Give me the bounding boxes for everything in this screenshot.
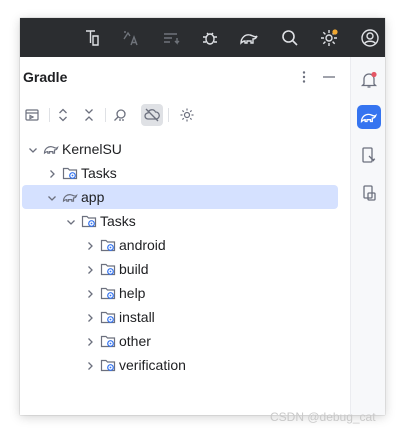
chevron-right-icon[interactable]: [84, 263, 96, 275]
tree-row-tasks[interactable]: Tasks: [22, 161, 338, 185]
watermark: CSDN @debug_cat: [270, 410, 376, 424]
tree-row-app[interactable]: app: [22, 185, 338, 209]
analyze-dependencies-icon[interactable]: [109, 104, 131, 126]
running-devices-icon[interactable]: [357, 181, 381, 205]
gradle-project-icon: [43, 141, 59, 157]
offline-mode-icon[interactable]: [141, 104, 163, 126]
gradle-toolbar: [20, 101, 350, 129]
collapse-all-icon[interactable]: [78, 104, 100, 126]
sync-icon[interactable]: [160, 27, 182, 49]
chevron-right-icon[interactable]: [84, 335, 96, 347]
tasks-folder-icon: [100, 333, 116, 349]
tree-label: build: [119, 261, 149, 277]
tasks-folder-icon: [81, 213, 97, 229]
tasks-folder-icon: [62, 165, 78, 181]
toolbar-separator: [49, 108, 50, 122]
toolbar-separator: [168, 108, 169, 122]
tasks-folder-icon: [100, 357, 116, 373]
tasks-folder-icon: [100, 261, 116, 277]
tree-row-verification[interactable]: verification: [22, 353, 338, 377]
tasks-folder-icon: [100, 309, 116, 325]
ide-window: Gradle KernelSU Tasks app Tasks android …: [20, 18, 385, 415]
settings-icon[interactable]: [318, 27, 340, 49]
account-icon[interactable]: [359, 27, 381, 49]
debug-icon[interactable]: [199, 27, 221, 49]
chevron-down-icon[interactable]: [46, 191, 58, 203]
tree-root-kernelsu[interactable]: KernelSU: [22, 137, 338, 161]
right-tool-stripe: [350, 57, 385, 415]
chevron-right-icon[interactable]: [46, 167, 58, 179]
gradle-tool-window-icon[interactable]: [357, 105, 381, 129]
tree-row-android[interactable]: android: [22, 233, 338, 257]
tree-row-build[interactable]: build: [22, 257, 338, 281]
chevron-right-icon[interactable]: [84, 287, 96, 299]
chevron-down-icon[interactable]: [65, 215, 77, 227]
tree-row-other[interactable]: other: [22, 329, 338, 353]
gradle-elephant-icon[interactable]: [238, 27, 260, 49]
main-toolbar: [20, 18, 385, 57]
notifications-icon[interactable]: [357, 68, 381, 92]
toolbar-separator: [105, 108, 106, 122]
tasks-folder-icon: [100, 285, 116, 301]
run-config-icon[interactable]: [21, 104, 43, 126]
gradle-tool-window: Gradle KernelSU Tasks app Tasks android …: [20, 57, 350, 415]
chevron-right-icon[interactable]: [84, 311, 96, 323]
minimize-icon[interactable]: [321, 69, 337, 85]
tree-label: android: [119, 237, 166, 253]
chevron-right-icon[interactable]: [84, 239, 96, 251]
panel-title: Gradle: [23, 69, 68, 85]
chevron-right-icon[interactable]: [84, 359, 96, 371]
expand-all-icon[interactable]: [52, 104, 74, 126]
tree-row-tasks[interactable]: Tasks: [22, 209, 338, 233]
panel-header: Gradle: [20, 57, 350, 97]
build-settings-icon[interactable]: [176, 104, 198, 126]
build-variant-icon[interactable]: [82, 27, 104, 49]
tasks-folder-icon: [100, 237, 116, 253]
tree-label: other: [119, 333, 151, 349]
tree-label: install: [119, 309, 155, 325]
device-manager-icon[interactable]: [357, 143, 381, 167]
tree-row-install[interactable]: install: [22, 305, 338, 329]
tree-label: Tasks: [81, 165, 117, 181]
tree-label: verification: [119, 357, 186, 373]
gradle-module-icon: [62, 189, 78, 205]
tree-label: app: [81, 189, 105, 205]
tree-label: help: [119, 285, 146, 301]
tree-row-help[interactable]: help: [22, 281, 338, 305]
translate-icon[interactable]: [120, 27, 142, 49]
search-icon[interactable]: [279, 27, 301, 49]
chevron-down-icon[interactable]: [27, 143, 39, 155]
more-options-icon[interactable]: [296, 69, 312, 85]
tree-label: KernelSU: [62, 141, 122, 157]
tree-label: Tasks: [100, 213, 136, 229]
